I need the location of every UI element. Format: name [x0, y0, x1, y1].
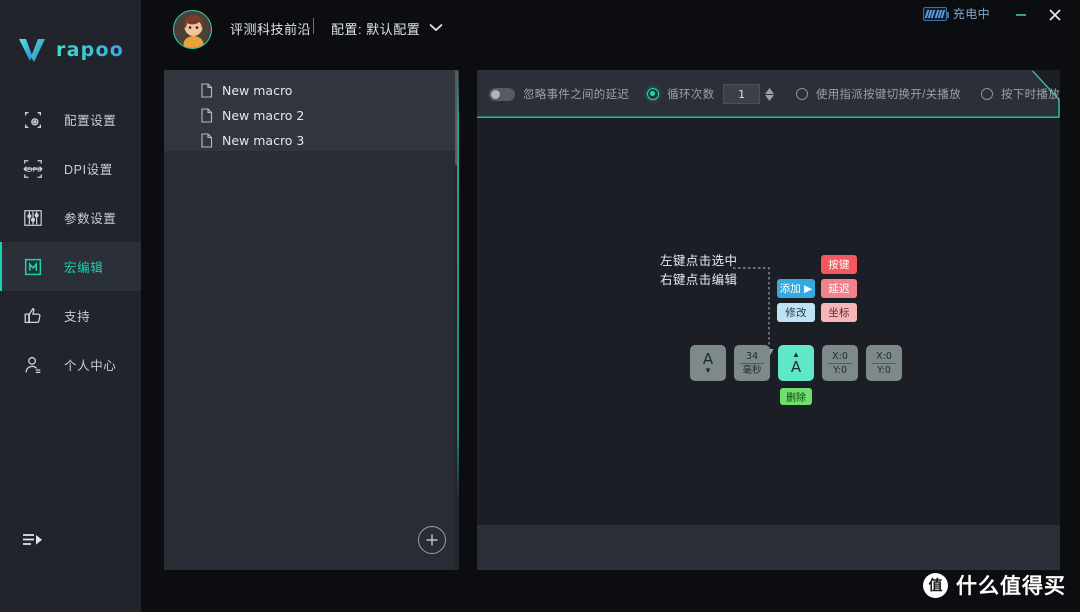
minimize-icon	[1016, 14, 1026, 16]
macro-editor-panel: 忽略事件之间的延迟 循环次数 1 使用指派按键切换开/关播放 按下时播放	[477, 70, 1060, 570]
document-icon	[200, 83, 213, 98]
editor-footer	[477, 525, 1060, 570]
chevron-down-icon[interactable]	[427, 20, 445, 34]
sidebar-item-label: 配置设置	[64, 114, 117, 128]
header-divider	[313, 18, 314, 34]
list-item[interactable]: New macro 3	[164, 128, 459, 153]
thumbs-up-icon	[18, 302, 48, 330]
titlebar: 评测科技前沿 配置: 默认配置 充电中	[141, 0, 1080, 58]
type-key-button[interactable]: 按键	[821, 255, 857, 274]
brand-logo: rapoo	[0, 28, 141, 72]
type-coord-button[interactable]: 坐标	[821, 303, 857, 322]
event-key-letter: A	[790, 358, 802, 376]
chevron-down-icon	[764, 94, 774, 101]
hold-to-play-radio[interactable]	[981, 88, 993, 100]
chevron-up-icon	[764, 87, 774, 94]
hint-line-1: 左键点击选中	[660, 254, 738, 268]
macro-icon	[18, 253, 48, 281]
macro-list-panel: New macro New macro 2 New macro 3	[164, 70, 459, 570]
user-name: 评测科技前沿	[230, 22, 312, 37]
sidebar-item-label: 支持	[64, 310, 91, 324]
brand-name: rapoo	[56, 39, 124, 61]
sidebar-item-params[interactable]: 参数设置	[0, 193, 141, 242]
collapse-icon	[23, 534, 42, 545]
battery-status: 充电中	[922, 5, 990, 22]
hold-to-play-label: 按下时播放	[1001, 89, 1060, 101]
plus-icon	[426, 534, 438, 546]
document-icon	[200, 133, 213, 148]
sidebar: rapoo 配置设置 DPI DPI设置 参数设置 宏编辑 支持 个人中心	[0, 0, 141, 612]
document-icon	[200, 108, 213, 123]
panel-accent-divider	[457, 72, 459, 497]
dpi-icon: DPI	[18, 155, 48, 183]
event-card-delay[interactable]: 34 毫秒	[734, 345, 770, 381]
rapoo-v-logo-icon	[19, 39, 46, 62]
type-delay-button[interactable]: 延迟	[821, 279, 857, 298]
event-card-coordinate[interactable]: X:0 Y:0	[866, 345, 902, 381]
event-key-letter: A	[702, 350, 714, 368]
event-coord-y: Y:0	[877, 364, 891, 376]
hint-line-2: 右键点击编辑	[660, 273, 738, 287]
minimize-button[interactable]	[1008, 4, 1034, 26]
sidebar-item-dpi[interactable]: DPI DPI设置	[0, 144, 141, 193]
sidebar-item-config[interactable]: 配置设置	[0, 95, 141, 144]
watermark-text: 什么值得买	[956, 575, 1066, 598]
avatar[interactable]	[173, 10, 212, 49]
event-card-key-up[interactable]: ▲ A	[778, 345, 814, 381]
svg-text:DPI: DPI	[27, 164, 39, 173]
toggle-playback-radio[interactable]	[795, 88, 808, 100]
macro-list: New macro New macro 2 New macro 3	[164, 78, 459, 153]
user-icon	[18, 351, 48, 379]
close-button[interactable]	[1042, 4, 1068, 26]
macro-name: New macro	[222, 83, 293, 98]
event-delay-value: 34	[745, 350, 759, 362]
loop-count-radio[interactable]	[647, 88, 660, 100]
battery-icon	[922, 6, 949, 21]
sidebar-item-label: 参数设置	[64, 212, 117, 226]
loop-count-input[interactable]: 1	[723, 84, 760, 104]
sidebar-nav: 配置设置 DPI DPI设置 参数设置 宏编辑 支持 个人中心	[0, 95, 141, 389]
loop-count-label: 循环次数	[667, 89, 715, 101]
sidebar-item-label: 宏编辑	[64, 261, 104, 275]
watermark-logo: 值	[923, 572, 948, 598]
list-item[interactable]: New macro 2	[164, 103, 459, 128]
key-down-arrow-icon: ▼	[704, 366, 712, 375]
close-icon	[1049, 9, 1061, 21]
sidebar-item-label: 个人中心	[64, 359, 117, 373]
modify-action-button[interactable]: 修改	[777, 303, 815, 322]
loop-count-stepper[interactable]	[764, 87, 774, 101]
app-window: rapoo 配置设置 DPI DPI设置 参数设置 宏编辑 支持 个人中心 评测…	[0, 0, 1080, 612]
toggle-knob	[491, 89, 500, 99]
event-card-coordinate[interactable]: X:0 Y:0	[822, 345, 858, 381]
editor-toolbar-controls: 忽略事件之间的延迟 循环次数 1 使用指派按键切换开/关播放 按下时播放	[477, 70, 1060, 118]
sidebar-item-support[interactable]: 支持	[0, 291, 141, 340]
charging-label: 充电中	[952, 7, 990, 21]
avatar-image	[174, 11, 211, 48]
config-label: 配置: 默认配置	[331, 22, 421, 37]
sidebar-item-profile[interactable]: 个人中心	[0, 340, 141, 389]
toggle-playback-label: 使用指派按键切换开/关播放	[815, 89, 961, 101]
config-icon	[18, 106, 48, 134]
event-coord-y: Y:0	[833, 364, 847, 376]
watermark: 值 什么值得买	[923, 570, 1066, 600]
add-action-button[interactable]: 添加 ▶	[777, 279, 815, 298]
delete-event-button[interactable]: 删除	[780, 388, 812, 405]
event-card-key-down[interactable]: A ▼	[690, 345, 726, 381]
macro-name: New macro 2	[222, 108, 305, 123]
sidebar-item-macro[interactable]: 宏编辑	[0, 242, 141, 291]
ignore-delay-toggle[interactable]	[489, 87, 515, 101]
sidebar-collapse-button[interactable]	[20, 525, 54, 555]
event-coord-x: X:0	[876, 350, 892, 362]
event-coord-x: X:0	[832, 350, 848, 362]
add-macro-button[interactable]	[418, 526, 446, 554]
ignore-delay-label: 忽略事件之间的延迟	[523, 89, 630, 101]
diagram-hint: 左键点击选中 右键点击编辑	[660, 252, 737, 290]
sidebar-item-label: DPI设置	[64, 163, 113, 177]
event-delay-unit: 毫秒	[742, 364, 762, 376]
macro-name: New macro 3	[222, 133, 305, 148]
sliders-icon	[18, 204, 48, 232]
list-item[interactable]: New macro	[164, 78, 459, 103]
